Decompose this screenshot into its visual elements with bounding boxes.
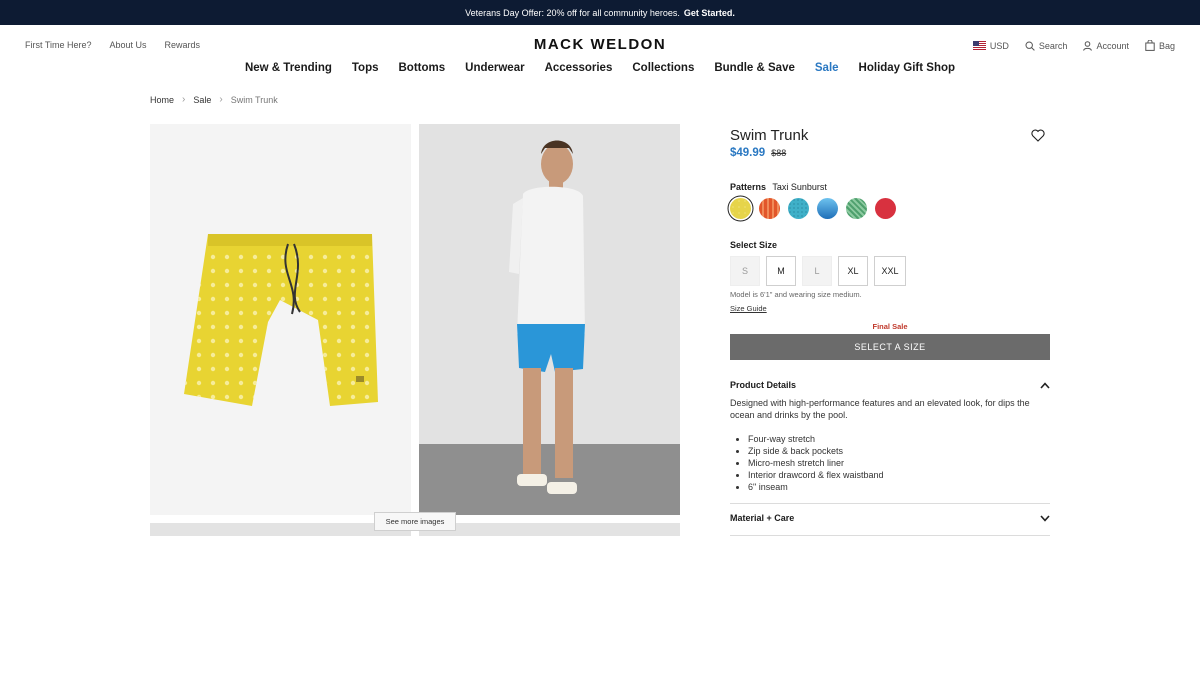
feature-item: Zip side & back pockets xyxy=(748,445,884,457)
chevron-down-icon xyxy=(1040,514,1050,522)
search-label: Search xyxy=(1038,40,1068,51)
chevron-right-icon: › xyxy=(219,94,223,105)
model-photo xyxy=(419,124,680,515)
product-details-toggle[interactable]: Product Details xyxy=(730,380,1050,390)
breadcrumb: Home › Sale › Swim Trunk xyxy=(150,94,278,105)
nav-sale[interactable]: Sale xyxy=(815,62,839,74)
select-size-button[interactable]: SELECT A SIZE xyxy=(730,334,1050,360)
product-title: Swim Trunk xyxy=(730,127,809,144)
product-image-model[interactable] xyxy=(419,124,680,515)
product-features-list: Four-way stretch Zip side & back pockets… xyxy=(748,433,884,493)
feature-item: 6" inseam xyxy=(748,481,884,493)
size-m[interactable]: M xyxy=(766,256,796,286)
breadcrumb-home[interactable]: Home xyxy=(150,95,174,105)
nav-holiday-gift-shop[interactable]: Holiday Gift Shop xyxy=(859,62,955,74)
select-size-label: Select Size xyxy=(730,240,778,250)
account-label: Account xyxy=(1096,40,1129,51)
pattern-heading: Patterns xyxy=(730,182,767,192)
chevron-up-icon xyxy=(1040,381,1050,389)
bag-icon xyxy=(1145,40,1155,51)
search-button[interactable]: Search xyxy=(1025,40,1068,51)
price-block: $49.99 $88 xyxy=(730,147,786,159)
see-more-images-button[interactable]: See more images xyxy=(374,512,456,531)
swim-trunk-illustration xyxy=(184,234,378,406)
product-details-title: Product Details xyxy=(730,380,797,390)
feature-item: Micro-mesh stretch liner xyxy=(748,457,884,469)
nav-accessories[interactable]: Accessories xyxy=(545,62,613,74)
chevron-right-icon: › xyxy=(182,94,186,105)
sale-price: $49.99 xyxy=(730,147,766,159)
pattern-swatches xyxy=(730,198,896,219)
size-s[interactable]: S xyxy=(730,256,760,286)
size-xxl[interactable]: XXL xyxy=(874,256,906,286)
section-divider xyxy=(730,503,1050,504)
size-guide-link[interactable]: Size Guide xyxy=(730,304,767,313)
section-divider xyxy=(730,535,1050,536)
bag-button[interactable]: Bag xyxy=(1145,40,1175,51)
nav-new-trending[interactable]: New & Trending xyxy=(245,62,332,74)
promo-cta-link[interactable]: Get Started. xyxy=(684,8,735,18)
search-icon xyxy=(1025,40,1035,51)
swatch-teal-dot[interactable] xyxy=(788,198,809,219)
nav-tops[interactable]: Tops xyxy=(352,62,379,74)
size-l[interactable]: L xyxy=(802,256,832,286)
feature-item: Interior drawcord & flex waistband xyxy=(748,469,884,481)
swatch-green-pattern[interactable] xyxy=(846,198,867,219)
pattern-selected-name: Taxi Sunburst xyxy=(772,182,827,192)
user-icon xyxy=(1083,40,1093,51)
currency-selector[interactable]: USD xyxy=(972,40,1009,51)
breadcrumb-sale[interactable]: Sale xyxy=(193,95,211,105)
nav-collections[interactable]: Collections xyxy=(632,62,694,74)
material-care-toggle[interactable]: Material + Care xyxy=(730,513,1050,523)
product-image-flat[interactable] xyxy=(150,124,411,515)
account-button[interactable]: Account xyxy=(1083,41,1129,51)
product-description: Designed with high-performance features … xyxy=(730,398,1030,420)
feature-item: Four-way stretch xyxy=(748,433,884,445)
thumbnail-strip-right xyxy=(419,523,680,536)
swatch-yellow[interactable] xyxy=(730,198,751,219)
size-selector: S M L XL XXL xyxy=(730,256,906,286)
model-note: Model is 6'1" and wearing size medium. xyxy=(730,290,862,299)
final-sale-label: Final Sale xyxy=(872,322,908,331)
swatch-red[interactable] xyxy=(875,198,896,219)
nav-underwear[interactable]: Underwear xyxy=(465,62,524,74)
thumbnail-strip-left xyxy=(150,523,411,536)
size-xl[interactable]: XL xyxy=(838,256,868,286)
us-flag-icon xyxy=(972,41,986,50)
heart-icon[interactable] xyxy=(1031,129,1045,142)
swatch-blue-gradient[interactable] xyxy=(817,198,838,219)
nav-bottoms[interactable]: Bottoms xyxy=(399,62,446,74)
swatch-orange-stripe[interactable] xyxy=(759,198,780,219)
nav-bundle-save[interactable]: Bundle & Save xyxy=(714,62,795,74)
main-navigation: New & Trending Tops Bottoms Underwear Ac… xyxy=(0,62,1200,74)
utility-actions: USD Search Account Bag xyxy=(972,40,1175,51)
material-care-title: Material + Care xyxy=(730,513,795,523)
promo-bar: Veterans Day Offer: 20% off for all comm… xyxy=(0,0,1200,25)
pattern-label: Patterns Taxi Sunburst xyxy=(730,182,827,192)
breadcrumb-current: Swim Trunk xyxy=(230,94,278,105)
original-price: $88 xyxy=(771,148,787,158)
bag-label: Bag xyxy=(1158,40,1175,51)
currency-label: USD xyxy=(989,40,1009,51)
promo-text: Veterans Day Offer: 20% off for all comm… xyxy=(465,7,680,18)
